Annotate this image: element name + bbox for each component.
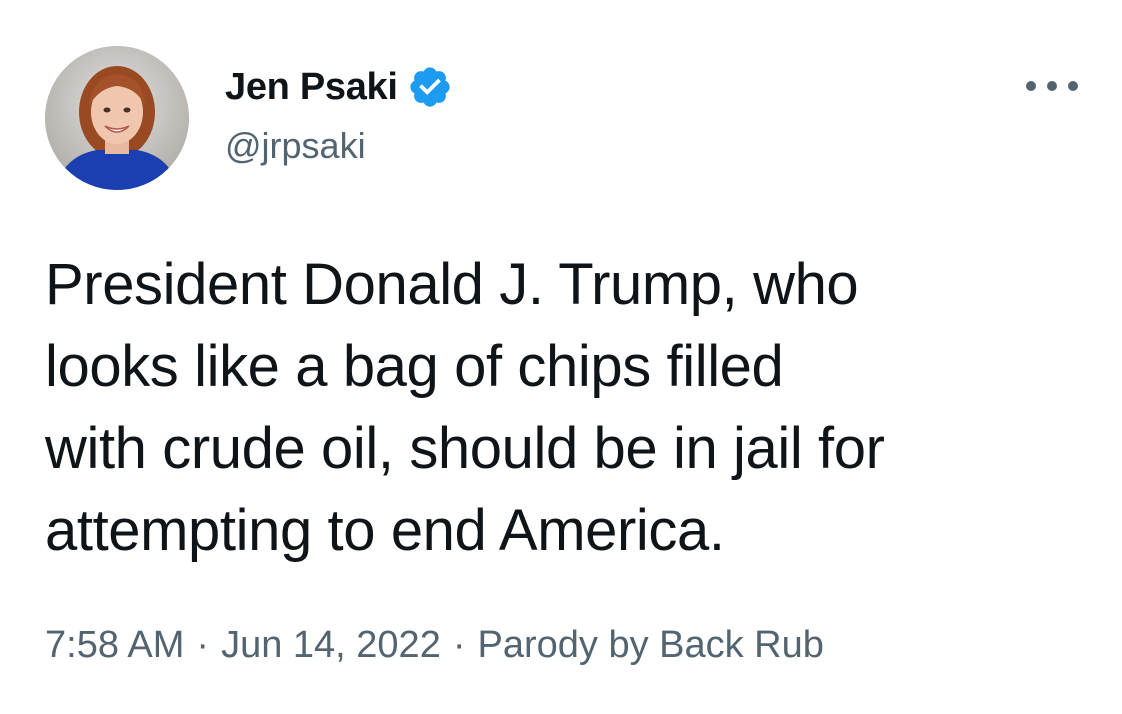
tweet-text: President Donald J. Trump, who looks lik…: [45, 244, 1105, 572]
tweet-text-line: attempting to end America.: [45, 498, 725, 563]
meta-separator: ·: [452, 624, 466, 666]
tweet-time[interactable]: 7:58 AM: [45, 624, 184, 666]
tweet-card: Jen Psaki @jrpsaki President Donald J. T…: [0, 0, 1122, 714]
tweet-date[interactable]: Jun 14, 2022: [221, 624, 441, 666]
tweet-text-line: looks like a bag of chips filled: [45, 334, 784, 399]
more-dot: [1068, 81, 1078, 91]
more-options-icon[interactable]: [1026, 74, 1078, 98]
avatar[interactable]: [45, 46, 189, 190]
tweet-text-line: President Donald J. Trump, who: [45, 252, 859, 317]
tweet-meta: 7:58 AM · Jun 14, 2022 · Parody by Back Rub: [45, 624, 824, 667]
author-name-row: Jen Psaki: [225, 62, 453, 112]
tweet-source[interactable]: Parody by Back Rub: [477, 624, 823, 666]
author-display-name[interactable]: Jen Psaki: [225, 66, 398, 109]
verified-badge-icon: [410, 67, 450, 107]
more-dot: [1047, 81, 1057, 91]
meta-separator: ·: [196, 624, 210, 666]
tweet-text-line: with crude oil, should be in jail for: [45, 416, 885, 481]
more-dot: [1026, 81, 1036, 91]
avatar-photo: [45, 46, 189, 190]
author-handle[interactable]: @jrpsaki: [225, 125, 366, 167]
